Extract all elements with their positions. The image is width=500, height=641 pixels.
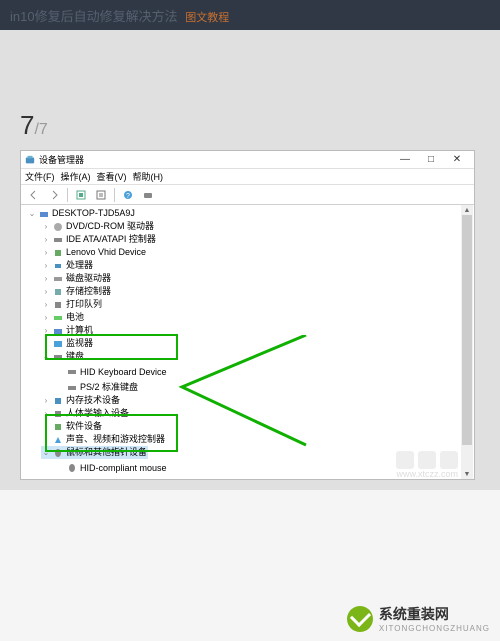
scroll-thumb[interactable] — [462, 215, 472, 445]
tree-item[interactable]: ›软件设备 — [41, 420, 103, 433]
watermark-url: www.xtczz.com — [396, 469, 458, 479]
window-title: 设备管理器 — [39, 153, 392, 166]
app-icon — [25, 155, 35, 165]
tree-item-keyboard[interactable]: ⌄键盘 — [41, 350, 85, 363]
tree-root[interactable]: ⌄DESKTOP-TJD5A9J — [27, 207, 136, 220]
menu-help[interactable]: 帮助(H) — [133, 170, 164, 183]
article-title: in10修复后自动修复解决方法 — [10, 9, 178, 24]
maximize-button[interactable]: □ — [418, 152, 444, 168]
article-banner: in10修复后自动修复解决方法 图文教程 — [0, 0, 500, 31]
tree-leaf[interactable]: HID-compliant mouse — [55, 462, 168, 475]
close-button[interactable]: ✕ — [444, 152, 470, 168]
scan-button[interactable] — [139, 187, 157, 203]
menu-file[interactable]: 文件(F) — [25, 170, 55, 183]
tree-item[interactable]: ›DVD/CD-ROM 驱动器 — [41, 220, 155, 233]
tree-item[interactable]: ›打印队列 — [41, 298, 103, 311]
step-current: 7 — [20, 110, 34, 140]
tree-item[interactable]: ›磁盘驱动器 — [41, 272, 112, 285]
forward-button[interactable] — [45, 187, 63, 203]
tree-leaf[interactable]: PS/2 标准键盘 — [55, 381, 139, 394]
watermark-icons — [396, 451, 458, 469]
svg-text:?: ? — [126, 193, 130, 200]
brand-logo-icon — [347, 606, 373, 632]
titlebar[interactable]: 设备管理器 — □ ✕ — [21, 151, 474, 169]
toolbar-sep — [67, 188, 68, 202]
article-badge: 图文教程 — [185, 12, 229, 24]
step-indicator: 7/7 — [20, 110, 48, 141]
back-button[interactable] — [25, 187, 43, 203]
device-manager-window: 设备管理器 — □ ✕ 文件(F) 操作(A) 查看(V) 帮助(H) ? ⌄D… — [20, 150, 475, 480]
tree-item-mouse[interactable]: ⌄鼠标和其他指针设备 — [41, 446, 148, 459]
brand-sub: XITONGCHONGZHUANG — [379, 624, 490, 633]
footer-brand: 系统重装网 XITONGCHONGZHUANG — [347, 604, 490, 633]
scroll-down-icon[interactable]: ▼ — [461, 469, 473, 479]
tree-area: ⌄DESKTOP-TJD5A9J ›DVD/CD-ROM 驱动器 ›IDE AT… — [21, 205, 474, 479]
tree-leaf[interactable]: HID Keyboard Device — [55, 366, 168, 379]
view-button[interactable] — [72, 187, 90, 203]
tree-item[interactable]: ›计算机 — [41, 324, 94, 337]
tree-item[interactable]: ›人体学输入设备 — [41, 407, 130, 420]
brand-name: 系统重装网 — [379, 604, 490, 624]
toolbar: ? — [21, 185, 474, 205]
help-button[interactable]: ? — [119, 187, 137, 203]
tree-item[interactable]: ›处理器 — [41, 259, 94, 272]
step-total: /7 — [34, 121, 47, 138]
menu-action[interactable]: 操作(A) — [61, 170, 91, 183]
minimize-button[interactable]: — — [392, 152, 418, 168]
tree-leaf[interactable]: HID-compliant mouse — [55, 477, 168, 479]
menu-bar: 文件(F) 操作(A) 查看(V) 帮助(H) — [21, 169, 474, 185]
tree-item[interactable]: ›存储控制器 — [41, 285, 112, 298]
menu-view[interactable]: 查看(V) — [97, 170, 127, 183]
toolbar-sep — [114, 188, 115, 202]
tree-item[interactable]: ›电池 — [41, 311, 85, 324]
tree-item[interactable]: ›声音、视频和游戏控制器 — [41, 433, 166, 446]
tree-item[interactable]: ›监视器 — [41, 337, 94, 350]
tree-item[interactable]: ›内存技术设备 — [41, 394, 121, 407]
scroll-up-icon[interactable]: ▲ — [461, 205, 473, 215]
tree-item[interactable]: ›Lenovo Vhid Device — [41, 246, 147, 259]
tree-item[interactable]: ›IDE ATA/ATAPI 控制器 — [41, 233, 157, 246]
props-button[interactable] — [92, 187, 110, 203]
vertical-scrollbar[interactable]: ▲ ▼ — [461, 205, 473, 479]
device-tree: ⌄DESKTOP-TJD5A9J ›DVD/CD-ROM 驱动器 ›IDE AT… — [27, 207, 474, 479]
